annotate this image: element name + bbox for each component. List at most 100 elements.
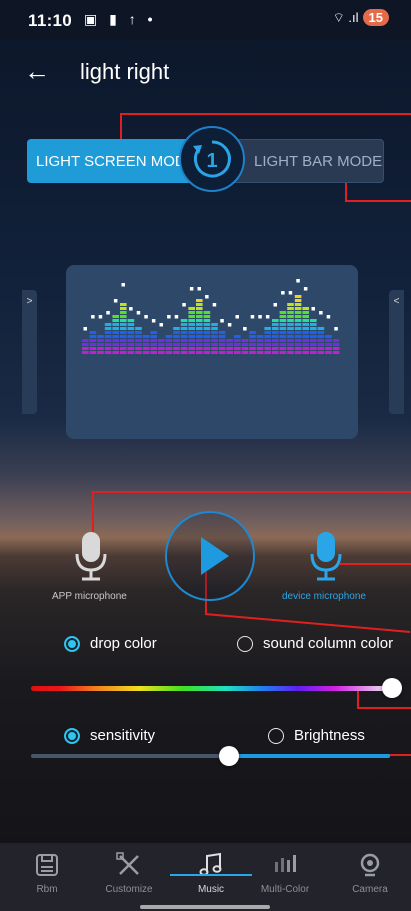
- equalizer-drop-dot: [83, 327, 87, 331]
- equalizer-segment: [142, 343, 150, 346]
- equalizer-segment: [332, 339, 340, 342]
- drop-color-option[interactable]: drop color: [64, 635, 157, 652]
- equalizer-segment: [203, 311, 211, 314]
- equalizer-segment: [234, 335, 241, 338]
- equalizer-segment: [165, 351, 173, 354]
- equalizer-segment: [211, 351, 218, 354]
- back-arrow-icon[interactable]: ←: [24, 58, 50, 84]
- equalizer-segment: [188, 307, 195, 310]
- equalizer-segment: [287, 343, 294, 346]
- equalizer-segment: [264, 343, 271, 346]
- equalizer-segment: [97, 347, 104, 350]
- equalizer-segment: [180, 343, 188, 346]
- sensitivity-label: sensitivity: [90, 727, 156, 744]
- equalizer-segment: [279, 335, 287, 338]
- equalizer-segment: [180, 327, 188, 330]
- nav-item-music[interactable]: Music: [170, 843, 252, 903]
- equalizer-drop-dot: [235, 315, 239, 319]
- equalizer-segment: [104, 327, 112, 330]
- equalizer-segment: [302, 319, 309, 322]
- equalizer-segment: [264, 339, 271, 342]
- equalizer-segment: [104, 351, 112, 354]
- equalizer-segment: [196, 351, 203, 354]
- equalizer-segment: [294, 339, 302, 342]
- device-microphone-button[interactable]: [309, 530, 343, 587]
- equalizer-segment: [294, 331, 302, 334]
- equalizer-segment: [112, 323, 119, 326]
- equalizer-segment: [173, 347, 180, 350]
- equalizer-drop-dot: [334, 327, 338, 331]
- mode-toggle-dial[interactable]: 1: [179, 126, 245, 192]
- sound-column-color-option[interactable]: sound column color: [237, 635, 393, 652]
- pencil-ruler-icon: [88, 852, 170, 878]
- equalizer-segment: [120, 315, 127, 318]
- equalizer-segment: [203, 343, 211, 346]
- status-time: 11:10: [28, 11, 73, 30]
- nav-item-customize[interactable]: Customize: [88, 843, 170, 903]
- equalizer-segment: [325, 343, 332, 346]
- equalizer-segment: [188, 351, 195, 354]
- equalizer-segment: [294, 319, 302, 322]
- equalizer-segment: [226, 347, 233, 350]
- equalizer-segment: [127, 335, 135, 338]
- color-slider-thumb[interactable]: [382, 678, 402, 698]
- app-header: ← light right: [0, 40, 411, 104]
- equalizer-segment: [203, 347, 211, 350]
- equalizer-segment: [127, 347, 135, 350]
- equalizer-segment: [120, 339, 127, 342]
- equalizer-segment: [158, 339, 165, 342]
- equalizer-segment: [165, 339, 173, 342]
- equalizer-segment: [294, 311, 302, 314]
- equalizer-segment: [120, 323, 127, 326]
- equalizer-preview-graphic: [82, 279, 340, 354]
- app-microphone-button[interactable]: [74, 530, 108, 587]
- equalizer-segment: [272, 339, 279, 342]
- equalizer-segment: [165, 343, 173, 346]
- equalizer-segment: [332, 347, 340, 350]
- equalizer-segment: [173, 343, 180, 346]
- equalizer-drop-dot: [212, 303, 217, 307]
- annotation-line: [120, 113, 411, 115]
- equalizer-segment: [127, 331, 135, 334]
- equalizer-segment: [234, 351, 241, 354]
- equalizer-segment: [287, 331, 294, 334]
- nav-item-multi-color[interactable]: Multi-Color: [244, 843, 326, 903]
- equalizer-segment: [279, 347, 287, 350]
- equalizer-drop-dot: [303, 287, 308, 291]
- equalizer-segment: [249, 347, 256, 350]
- equalizer-segment: [272, 319, 279, 322]
- equalizer-segment: [97, 335, 104, 338]
- color-slider-track[interactable]: [31, 686, 392, 691]
- equalizer-segment: [317, 331, 325, 334]
- equalizer-drop-dot: [113, 299, 118, 303]
- equalizer-segment: [241, 343, 249, 346]
- sensitivity-option[interactable]: sensitivity: [64, 727, 155, 744]
- equalizer-drop-dot: [197, 287, 201, 291]
- equalizer-segment: [294, 307, 302, 310]
- equalizer-drop-dot: [151, 319, 156, 323]
- nav-item-camera[interactable]: Camera: [329, 843, 411, 903]
- equalizer-segment: [89, 331, 97, 334]
- brightness-option[interactable]: Brightness: [268, 727, 365, 744]
- equalizer-segment: [188, 323, 195, 326]
- equalizer-drop-dot: [106, 311, 110, 315]
- nav-item-rbm[interactable]: Rbm: [6, 843, 88, 903]
- equalizer-segment: [89, 347, 97, 350]
- preview-prev-tab[interactable]: >: [22, 290, 37, 414]
- wifi-signal-icon: ⌔ .ıl: [332, 9, 359, 25]
- equalizer-segment: [325, 339, 332, 342]
- nav-label-camera: Camera: [352, 884, 388, 895]
- equalizer-segment: [332, 343, 340, 346]
- equalizer-segment: [310, 319, 317, 322]
- level-slider-thumb[interactable]: [219, 746, 239, 766]
- equalizer-segment: [294, 327, 302, 330]
- play-button[interactable]: [165, 511, 255, 601]
- equalizer-segment: [196, 307, 203, 310]
- preview-next-tab[interactable]: <: [389, 290, 404, 414]
- equalizer-segment: [310, 335, 317, 338]
- effect-preview-panel: [66, 265, 358, 439]
- home-gesture-bar[interactable]: [140, 905, 270, 909]
- equalizer-segment: [127, 351, 135, 354]
- battery-indicator: 15: [362, 9, 389, 26]
- equalizer-segment: [294, 295, 302, 298]
